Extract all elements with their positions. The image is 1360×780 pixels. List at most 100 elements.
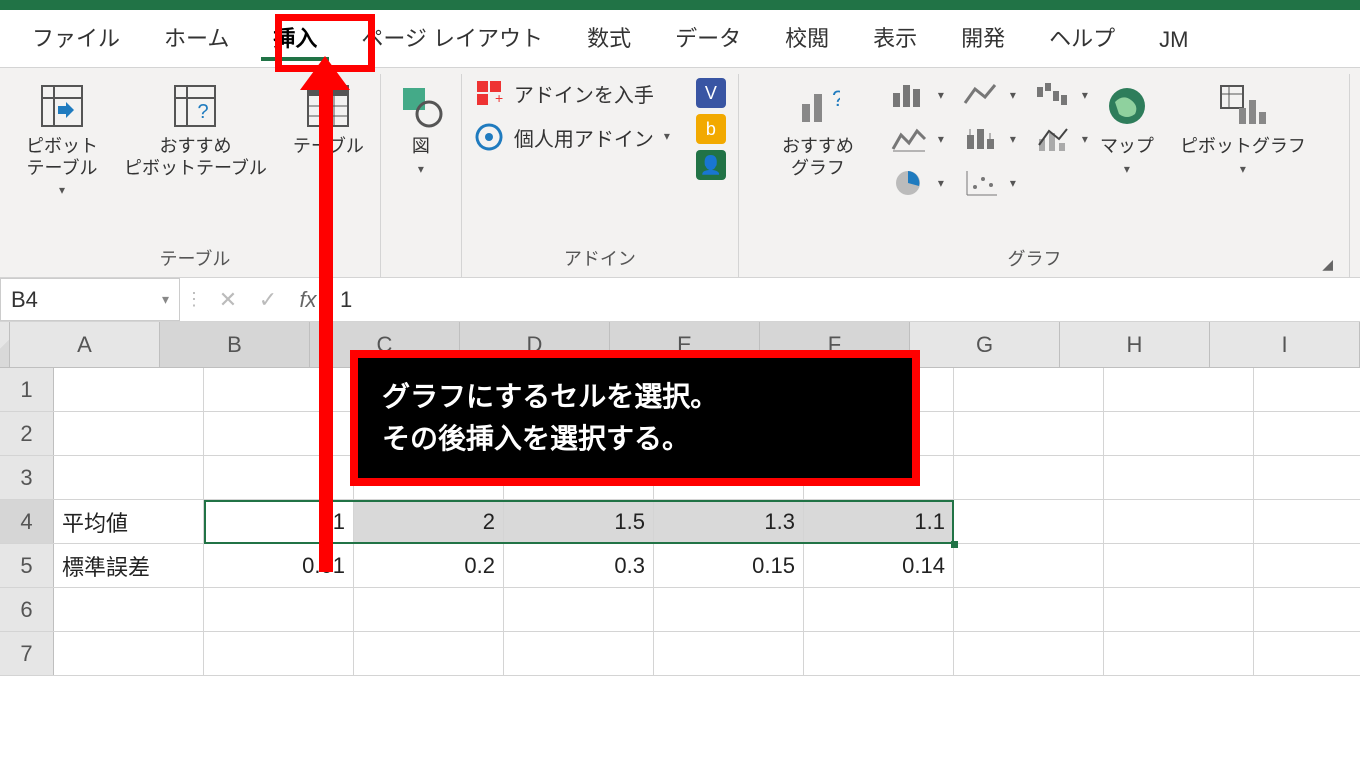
cell-I1[interactable]: [1254, 368, 1360, 411]
cell-G3[interactable]: [954, 456, 1104, 499]
cell-C7[interactable]: [354, 632, 504, 675]
col-header-I[interactable]: I: [1210, 322, 1360, 367]
cell-I4[interactable]: [1254, 500, 1360, 543]
charts-dialog-launcher[interactable]: ◢: [1318, 254, 1337, 275]
cell-F7[interactable]: [804, 632, 954, 675]
tab-view[interactable]: 表示: [851, 7, 939, 67]
cell-H1[interactable]: [1104, 368, 1254, 411]
pivot-table-button[interactable]: ピボット テーブル ▾: [22, 78, 102, 201]
cell-I7[interactable]: [1254, 632, 1360, 675]
cell-C5[interactable]: 0.2: [354, 544, 504, 587]
cell-E7[interactable]: [654, 632, 804, 675]
name-box-resize[interactable]: ⋮: [180, 289, 208, 310]
cell-H6[interactable]: [1104, 588, 1254, 631]
cell-A4[interactable]: 平均値: [54, 500, 204, 543]
recommended-pivot-button[interactable]: ? おすすめ ピボットテーブル: [120, 78, 271, 183]
cell-G4[interactable]: [954, 500, 1104, 543]
cell-F6[interactable]: [804, 588, 954, 631]
combo-chart-button[interactable]: ▾: [1030, 122, 1078, 156]
cell-A6[interactable]: [54, 588, 204, 631]
tab-page-layout[interactable]: ページ レイアウト: [339, 7, 565, 67]
cell-E4[interactable]: 1.3: [654, 500, 804, 543]
cell-C4[interactable]: 2: [354, 500, 504, 543]
cell-I6[interactable]: [1254, 588, 1360, 631]
cell-B1[interactable]: [204, 368, 354, 411]
tab-insert[interactable]: 挿入: [251, 7, 339, 67]
cell-B7[interactable]: [204, 632, 354, 675]
cell-B4[interactable]: 1: [204, 500, 354, 543]
cell-H7[interactable]: [1104, 632, 1254, 675]
cell-I3[interactable]: [1254, 456, 1360, 499]
cell-A2[interactable]: [54, 412, 204, 455]
people-addin-icon[interactable]: 👤: [696, 150, 726, 180]
cell-C6[interactable]: [354, 588, 504, 631]
statistic-chart-button[interactable]: ▾: [958, 122, 1006, 156]
cell-G1[interactable]: [954, 368, 1104, 411]
cell-D4[interactable]: 1.5: [504, 500, 654, 543]
tab-developer[interactable]: 開発: [939, 7, 1027, 67]
name-box[interactable]: B4 ▾: [0, 278, 180, 321]
cell-D5[interactable]: 0.3: [504, 544, 654, 587]
row-header-3[interactable]: 3: [0, 456, 54, 499]
col-header-A[interactable]: A: [10, 322, 160, 367]
hierarchy-chart-button[interactable]: ▾: [886, 122, 934, 156]
scatter-chart-button[interactable]: ▾: [958, 166, 1006, 200]
cell-G6[interactable]: [954, 588, 1104, 631]
cell-A1[interactable]: [54, 368, 204, 411]
pie-chart-button[interactable]: ▾: [886, 166, 934, 200]
tab-file[interactable]: ファイル: [10, 7, 142, 67]
cell-A5[interactable]: 標準誤差: [54, 544, 204, 587]
cell-I2[interactable]: [1254, 412, 1360, 455]
get-addins-button[interactable]: + アドインを入手: [474, 78, 670, 108]
tab-jm[interactable]: JM: [1137, 13, 1210, 67]
cell-G5[interactable]: [954, 544, 1104, 587]
row-header-1[interactable]: 1: [0, 368, 54, 411]
tab-help[interactable]: ヘルプ: [1027, 7, 1137, 67]
cell-B5[interactable]: 0.01: [204, 544, 354, 587]
cell-D6[interactable]: [504, 588, 654, 631]
cell-B6[interactable]: [204, 588, 354, 631]
formula-input[interactable]: 1: [328, 287, 1360, 313]
select-all-corner[interactable]: [0, 322, 10, 367]
column-chart-button[interactable]: ▾: [886, 78, 934, 112]
row-header-5[interactable]: 5: [0, 544, 54, 587]
row-header-2[interactable]: 2: [0, 412, 54, 455]
row-header-6[interactable]: 6: [0, 588, 54, 631]
col-header-G[interactable]: G: [910, 322, 1060, 367]
recommended-charts-button[interactable]: ? おすすめ グラフ: [778, 78, 858, 183]
illustrations-button[interactable]: 図 ▾: [393, 78, 449, 180]
visio-addin-icon[interactable]: V: [696, 78, 726, 108]
bing-addin-icon[interactable]: b: [696, 114, 726, 144]
cell-F4[interactable]: 1.1: [804, 500, 954, 543]
cell-H2[interactable]: [1104, 412, 1254, 455]
radar-chart-button[interactable]: [1030, 166, 1078, 200]
cell-B3[interactable]: [204, 456, 354, 499]
waterfall-chart-button[interactable]: ▾: [1030, 78, 1078, 112]
my-addins-button[interactable]: 個人用アドイン ▾: [474, 122, 670, 152]
cell-A3[interactable]: [54, 456, 204, 499]
tab-formulas[interactable]: 数式: [565, 7, 653, 67]
cell-G2[interactable]: [954, 412, 1104, 455]
cell-E5[interactable]: 0.15: [654, 544, 804, 587]
tab-home[interactable]: ホーム: [142, 7, 251, 67]
pivot-chart-button[interactable]: ピボットグラフ ▾: [1176, 78, 1310, 180]
enter-formula-button[interactable]: ✓: [248, 287, 288, 313]
cell-A7[interactable]: [54, 632, 204, 675]
table-button[interactable]: テーブル: [289, 78, 368, 162]
line-chart-button[interactable]: ▾: [958, 78, 1006, 112]
cancel-formula-button[interactable]: ✕: [208, 287, 248, 313]
col-header-B[interactable]: B: [160, 322, 310, 367]
row-header-7[interactable]: 7: [0, 632, 54, 675]
cell-I5[interactable]: [1254, 544, 1360, 587]
cell-H5[interactable]: [1104, 544, 1254, 587]
row-header-4[interactable]: 4: [0, 500, 54, 543]
cell-F5[interactable]: 0.14: [804, 544, 954, 587]
cell-G7[interactable]: [954, 632, 1104, 675]
cell-E6[interactable]: [654, 588, 804, 631]
maps-button[interactable]: マップ ▾: [1096, 78, 1158, 180]
insert-function-button[interactable]: fx: [288, 287, 328, 313]
cell-B2[interactable]: [204, 412, 354, 455]
tab-data[interactable]: データ: [653, 7, 763, 67]
tab-review[interactable]: 校閲: [763, 7, 851, 67]
cell-H4[interactable]: [1104, 500, 1254, 543]
